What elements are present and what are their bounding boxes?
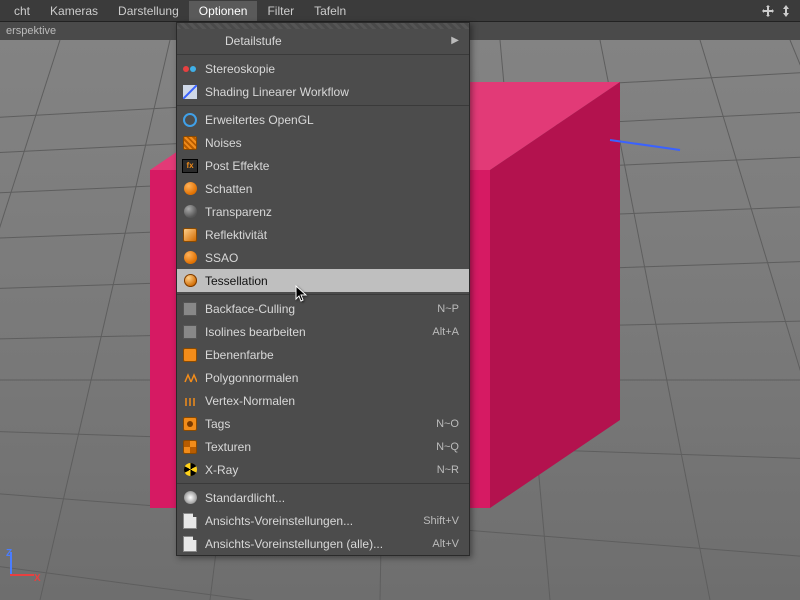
menu-item-label: Ansichts-Voreinstellungen... [205, 514, 415, 528]
fx-icon: fx [181, 157, 199, 175]
menu-item-standardlicht[interactable]: Standardlicht... [177, 486, 469, 509]
menu-item-label: X-Ray [205, 463, 429, 477]
menu-item-label: Post Effekte [205, 159, 459, 173]
options-dropdown: Detailstufe▶ Stereoskopie Shading Linearer… [176, 22, 470, 556]
viewport-nav-icons [760, 3, 800, 19]
stereo-icon [181, 60, 199, 78]
axis-gizmo: Z X [6, 548, 52, 594]
submenu-arrow-icon: ▶ [451, 35, 459, 46]
menu-panels[interactable]: Tafeln [304, 1, 356, 21]
cube-icon [181, 323, 199, 341]
menu-item-label: Transparenz [205, 205, 459, 219]
menu-item-label: Schatten [205, 182, 459, 196]
menu-item-label: Shading Linearer Workflow [205, 85, 459, 99]
none-icon [201, 32, 219, 50]
axis-z-label: Z [6, 548, 12, 559]
menu-item-label: Vertex-Normalen [205, 394, 459, 408]
menu-item-shortcut: N~R [437, 464, 459, 476]
menu-item-shortcut: N~Q [436, 441, 459, 453]
menu-item-label: Noises [205, 136, 459, 150]
menu-item-ebenenfarbe[interactable]: Ebenenfarbe [177, 343, 469, 366]
menu-separator [177, 294, 469, 295]
axis-x-label: X [34, 573, 41, 584]
menu-item-label: Tessellation [205, 274, 459, 288]
menu-item-backface-culling[interactable]: Backface-Culling N~P [177, 297, 469, 320]
cube-icon [181, 300, 199, 318]
menu-item-transparenz[interactable]: Transparenz [177, 200, 469, 223]
lite-icon [181, 489, 199, 507]
tag-icon [181, 415, 199, 433]
tex-icon [181, 438, 199, 456]
menu-item-ansichts-voreinstellungen[interactable]: Ansichts-Voreinstellungen... Shift+V [177, 509, 469, 532]
doc-icon [181, 535, 199, 553]
menu-item-label: Polygonnormalen [205, 371, 459, 385]
tess-icon [181, 272, 199, 290]
doc-icon [181, 512, 199, 530]
menu-item-shortcut: N~P [437, 303, 459, 315]
ball-icon [181, 249, 199, 267]
menu-item-stereoskopie[interactable]: Stereoskopie [177, 57, 469, 80]
ball-icon [181, 180, 199, 198]
poly-icon [181, 369, 199, 387]
zoom-icon[interactable] [778, 3, 794, 19]
menu-item-tags[interactable]: Tags N~O [177, 412, 469, 435]
menu-item-label: Isolines bearbeiten [205, 325, 424, 339]
menu-item-label: Erweitertes OpenGL [205, 113, 459, 127]
menu-item-post-effekte[interactable]: fx Post Effekte [177, 154, 469, 177]
menu-item-label: Ansichts-Voreinstellungen (alle)... [205, 537, 424, 551]
rad-icon [181, 461, 199, 479]
sq-icon [181, 346, 199, 364]
menu-item-detailstufe[interactable]: Detailstufe▶ [177, 29, 469, 52]
menu-item-label: Ebenenfarbe [205, 348, 459, 362]
menu-item-shortcut: Alt+A [432, 326, 459, 338]
menu-item-label: Reflektivität [205, 228, 459, 242]
menu-filter[interactable]: Filter [257, 1, 304, 21]
menu-item-ansichts-voreinstellungen-alle[interactable]: Ansichts-Voreinstellungen (alle)... Alt+V [177, 532, 469, 555]
menu-item-schatten[interactable]: Schatten [177, 177, 469, 200]
menu-item-erweitertes-opengl[interactable]: Erweitertes OpenGL [177, 108, 469, 131]
menu-separator [177, 483, 469, 484]
menu-item-label: Detailstufe [225, 34, 451, 48]
menu-item-label: Standardlicht... [205, 491, 459, 505]
menu-item-label: SSAO [205, 251, 459, 265]
shade-icon [181, 83, 199, 101]
menu-item-reflektivit-t[interactable]: Reflektivität [177, 223, 469, 246]
menu-item-label: Tags [205, 417, 428, 431]
viewport-label: erspektive [6, 25, 56, 37]
pan-icon[interactable] [760, 3, 776, 19]
menu-view[interactable]: cht [4, 1, 40, 21]
menu-item-x-ray[interactable]: X-Ray N~R [177, 458, 469, 481]
refl-icon [181, 226, 199, 244]
menu-separator [177, 105, 469, 106]
menu-item-label: Backface-Culling [205, 302, 429, 316]
grey-icon [181, 203, 199, 221]
menu-options[interactable]: Optionen [189, 1, 258, 21]
menu-item-tessellation[interactable]: Tessellation [177, 269, 469, 292]
menu-item-shortcut: Alt+V [432, 538, 459, 550]
menu-item-label: Texturen [205, 440, 428, 454]
vert-icon [181, 392, 199, 410]
menu-item-shortcut: N~O [436, 418, 459, 430]
menu-item-shading-linearer-workflow[interactable]: Shading Linearer Workflow [177, 80, 469, 103]
menu-item-polygonnormalen[interactable]: Polygonnormalen [177, 366, 469, 389]
menu-item-isolines-bearbeiten[interactable]: Isolines bearbeiten Alt+A [177, 320, 469, 343]
menu-item-shortcut: Shift+V [423, 515, 459, 527]
ogl-icon [181, 111, 199, 129]
noise-icon [181, 134, 199, 152]
menu-item-texturen[interactable]: Texturen N~Q [177, 435, 469, 458]
menu-item-vertex-normalen[interactable]: Vertex-Normalen [177, 389, 469, 412]
menu-item-noises[interactable]: Noises [177, 131, 469, 154]
menu-cameras[interactable]: Kameras [40, 1, 108, 21]
menu-item-label: Stereoskopie [205, 62, 459, 76]
menu-display[interactable]: Darstellung [108, 1, 189, 21]
menu-item-ssao[interactable]: SSAO [177, 246, 469, 269]
menu-separator [177, 54, 469, 55]
menubar: cht Kameras Darstellung Optionen Filter … [0, 0, 800, 22]
